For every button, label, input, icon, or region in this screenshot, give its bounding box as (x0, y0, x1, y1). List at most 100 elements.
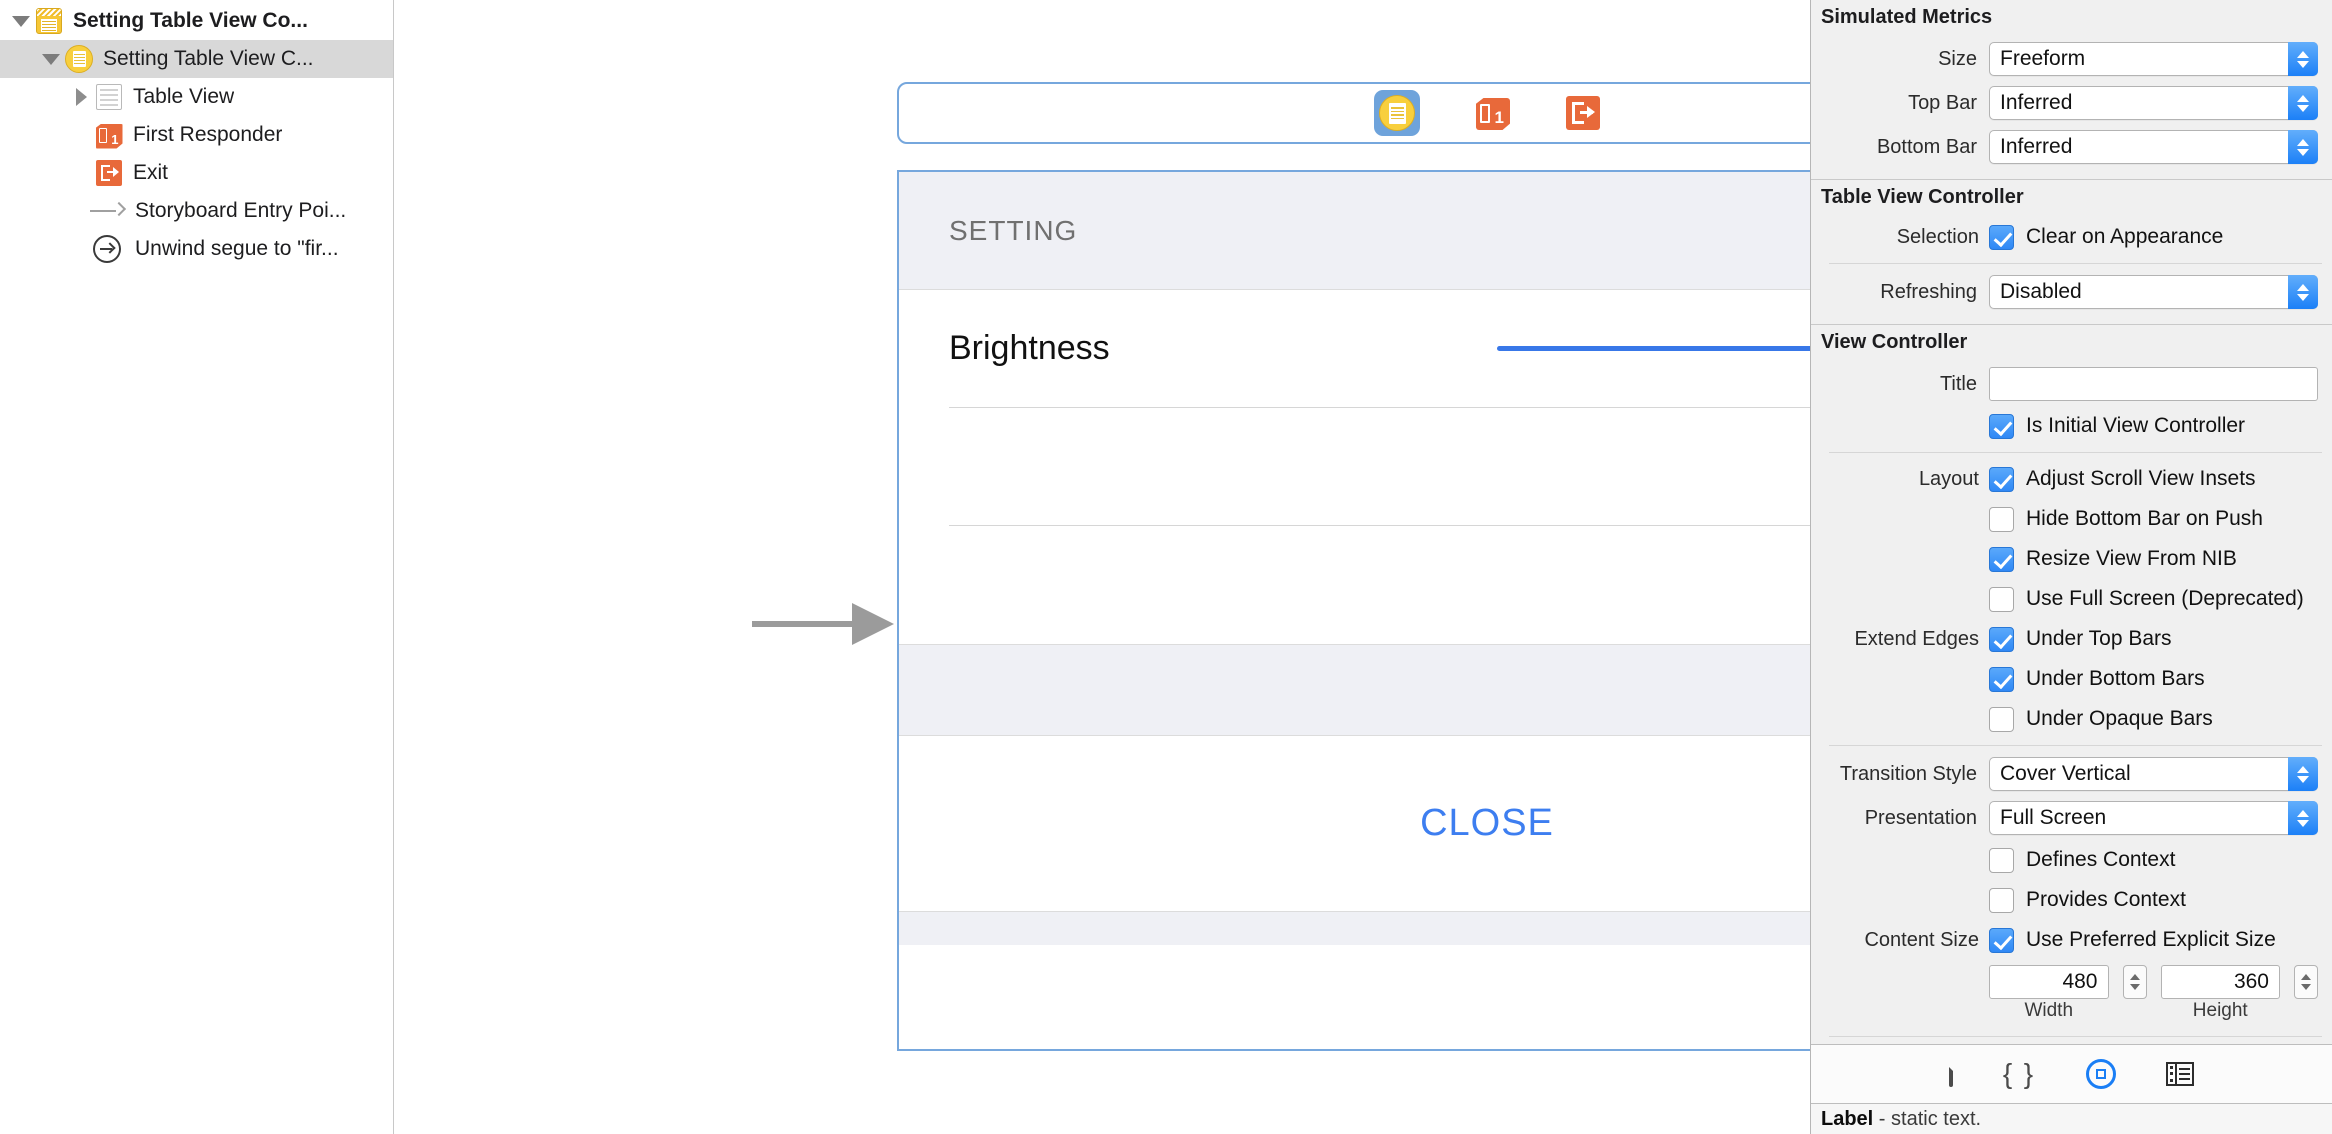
section-header-title: SETTING (949, 214, 1078, 246)
outline-row-exit[interactable]: Exit (0, 154, 393, 192)
resize-view-from-nib-checkbox[interactable] (1989, 546, 2014, 572)
brightness-label: Brightness (949, 329, 1110, 367)
attributes-inspector-pane: Simulated Metrics Size Freeform Top Bar … (1810, 0, 2332, 1134)
under-top-bars-checkbox[interactable] (1989, 626, 2014, 652)
transition-style-popup[interactable]: Cover Vertical (1989, 757, 2318, 791)
title-input[interactable] (1989, 367, 2318, 401)
width-caption: Width (2024, 1000, 2074, 1021)
section-title: View Controller (1821, 331, 1968, 353)
extend-edges-label: Extend Edges (1854, 627, 1979, 650)
library-description: Label - static text. (1811, 1104, 2332, 1131)
storyboard-canvas[interactable]: 1 SETTING Brightness CLOSE (394, 0, 2077, 1134)
outline-label: Storyboard Entry Poi... (135, 199, 347, 222)
library-description-strong: Label (1821, 1108, 1874, 1130)
defines-context-checkbox[interactable] (1989, 847, 2014, 873)
unwind-segue-icon (88, 235, 126, 263)
storyboard-entry-point-arrow (752, 595, 902, 655)
size-label: Size (1938, 47, 1977, 70)
table-view-controller-section: Table View Controller Selection Clear on… (1811, 180, 2332, 322)
bottom-bar-row: Bottom Bar Inferred (1811, 125, 2332, 169)
use-preferred-explicit-size-label: Use Preferred Explicit Size (2026, 928, 2276, 951)
file-inspector-icon[interactable] (1948, 1060, 1953, 1087)
layout-use-full-screen-row: Use Full Screen (Deprecated) (1811, 579, 2332, 619)
section-title: Simulated Metrics (1821, 6, 1993, 28)
close-button[interactable]: CLOSE (1420, 802, 1554, 845)
size-popup[interactable]: Freeform (1989, 42, 2318, 76)
disclosure-triangle-right-icon[interactable] (68, 88, 94, 106)
title-row: Title (1811, 362, 2332, 406)
under-top-bars-label: Under Top Bars (2026, 627, 2172, 650)
disclosure-triangle-down-icon[interactable] (8, 15, 34, 27)
library-selector-bar[interactable]: { } (1811, 1044, 2332, 1104)
quick-help-braces-icon[interactable]: { } (2003, 1060, 2036, 1088)
chevron-updown-icon[interactable] (2288, 86, 2318, 120)
table-view-controller-icon (64, 45, 94, 73)
divider (1829, 263, 2322, 264)
use-full-screen-label: Use Full Screen (Deprecated) (2026, 587, 2304, 610)
size-row: Size Freeform (1811, 37, 2332, 81)
outline-label: Exit (133, 161, 169, 184)
outline-row-table-view[interactable]: Table View (0, 78, 393, 116)
outline-row-unwind-segue[interactable]: Unwind segue to "fir... (0, 230, 393, 268)
clear-on-appearance-checkbox[interactable] (1989, 224, 2014, 250)
document-outline-pane: Setting Table View Co... Setting Table V… (0, 0, 394, 1134)
bottom-bar-popup[interactable]: Inferred (1989, 130, 2318, 164)
content-size-label: Content Size (1864, 928, 1979, 951)
divider (1829, 452, 2322, 453)
hide-bottom-bar-on-push-checkbox[interactable] (1989, 506, 2014, 532)
is-initial-view-controller-checkbox[interactable] (1989, 413, 2014, 439)
height-stepper[interactable] (2294, 965, 2318, 999)
width-stepper[interactable] (2122, 965, 2147, 999)
layout-resize-view-row: Resize View From NIB (1811, 539, 2332, 579)
disclosure-triangle-down-icon[interactable] (38, 53, 64, 65)
chevron-updown-icon[interactable] (2288, 801, 2318, 835)
bottom-bar-value: Inferred (2000, 135, 2073, 158)
top-bar-popup[interactable]: Inferred (1989, 86, 2318, 120)
under-opaque-bars-checkbox[interactable] (1989, 706, 2014, 732)
presentation-popup[interactable]: Full Screen (1989, 801, 2318, 835)
dock-exit-icon[interactable] (1566, 96, 1600, 130)
presentation-label: Presentation (1864, 806, 1977, 829)
use-full-screen-checkbox[interactable] (1989, 586, 2014, 612)
under-bottom-bars-checkbox[interactable] (1989, 666, 2014, 692)
table-view-icon (94, 84, 124, 110)
explicit-size-row: 480 360 (1811, 960, 2332, 1004)
outline-row-first-responder[interactable]: 1 First Responder (0, 116, 393, 154)
dock-view-controller-icon[interactable] (1374, 90, 1420, 136)
layout-adjust-scroll-row: Layout Adjust Scroll View Insets (1811, 459, 2332, 499)
is-initial-view-controller-label: Is Initial View Controller (2026, 414, 2246, 437)
xcode-interface-builder-window: Setting Table View Co... Setting Table V… (0, 0, 2332, 1134)
adjust-scroll-view-insets-label: Adjust Scroll View Insets (2026, 467, 2256, 490)
is-initial-row: Is Initial View Controller (1811, 406, 2332, 446)
divider (1829, 745, 2322, 746)
adjust-scroll-view-insets-checkbox[interactable] (1989, 466, 2014, 492)
inspector-scroll-area[interactable]: Simulated Metrics Size Freeform Top Bar … (1811, 0, 2332, 1044)
outline-row-storyboard-entry-point[interactable]: Storyboard Entry Poi... (0, 192, 393, 230)
chevron-updown-icon[interactable] (2288, 757, 2318, 791)
dock-first-responder-icon[interactable]: 1 (1476, 96, 1510, 130)
height-caption: Height (2192, 1000, 2248, 1021)
chevron-updown-icon[interactable] (2288, 275, 2318, 309)
outline-row-setting-table-view-scene[interactable]: Setting Table View Co... (0, 2, 393, 40)
attributes-inspector-icon[interactable] (2166, 1062, 2195, 1086)
identity-inspector-icon[interactable] (2086, 1059, 2117, 1089)
presentation-value: Full Screen (2000, 806, 2107, 829)
width-field[interactable]: 480 (1989, 965, 2109, 999)
outline-label: First Responder (133, 123, 283, 146)
outline-label: Table View (133, 85, 235, 108)
top-bar-value: Inferred (2000, 91, 2073, 114)
presentation-row: Presentation Full Screen (1811, 796, 2332, 840)
simulated-metrics-section: Simulated Metrics Size Freeform Top Bar … (1811, 0, 2332, 177)
provides-context-checkbox[interactable] (1989, 887, 2014, 913)
transition-style-label: Transition Style (1839, 762, 1977, 785)
chevron-updown-icon[interactable] (2288, 130, 2318, 164)
outline-row-setting-table-view-controller[interactable]: Setting Table View C... (0, 40, 393, 78)
size-value: Freeform (2000, 47, 2086, 70)
library-description-rest: - static text. (1873, 1108, 1982, 1130)
chevron-updown-icon[interactable] (2288, 42, 2318, 76)
height-field[interactable]: 360 (2160, 965, 2280, 999)
refreshing-popup[interactable]: Disabled (1989, 275, 2318, 309)
use-preferred-explicit-size-checkbox[interactable] (1989, 927, 2014, 953)
storyboard-entry-point-icon (88, 201, 127, 221)
view-controller-section: View Controller Title Is Initial View Co… (1811, 325, 2332, 1030)
